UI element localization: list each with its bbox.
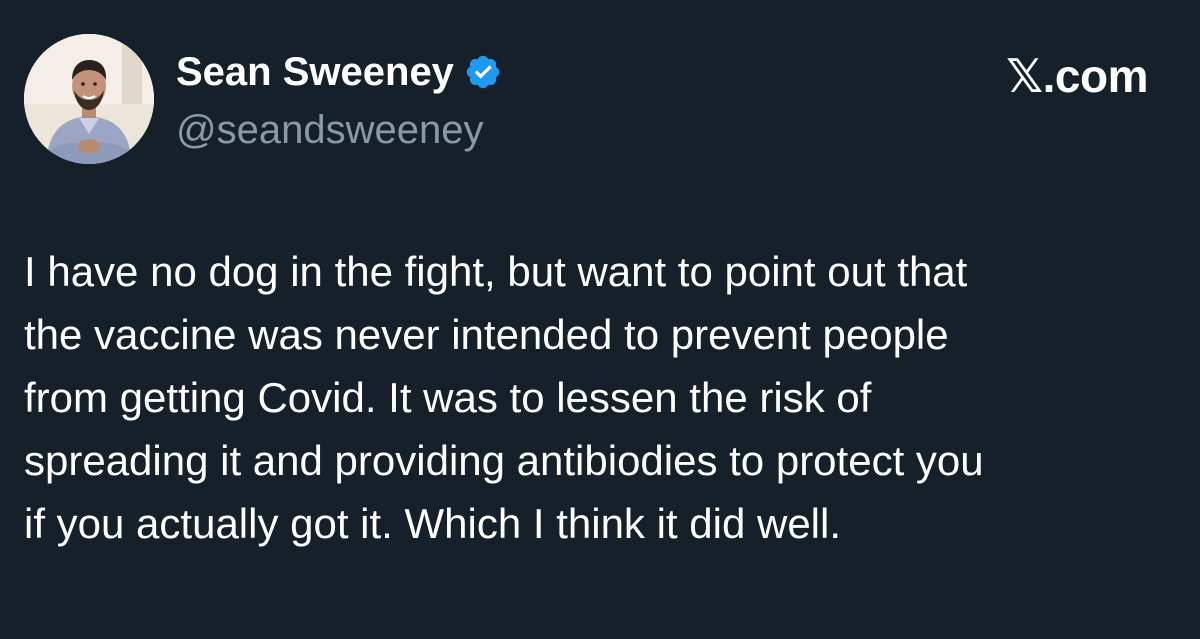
avatar-photo — [24, 34, 154, 164]
tweet-text: I have no dog in the fight, but want to … — [24, 248, 984, 547]
author-name-row[interactable]: Sean Sweeney — [176, 48, 502, 96]
author-name[interactable]: Sean Sweeney — [176, 48, 454, 96]
avatar[interactable] — [24, 34, 154, 164]
verified-badge-icon — [464, 53, 502, 91]
tweet-card: Sean Sweeney @seandsweeney 𝕏.com I have … — [0, 0, 1200, 639]
site-label: 𝕏.com — [1006, 50, 1148, 102]
author-handle[interactable]: @seandsweeney — [176, 106, 483, 154]
